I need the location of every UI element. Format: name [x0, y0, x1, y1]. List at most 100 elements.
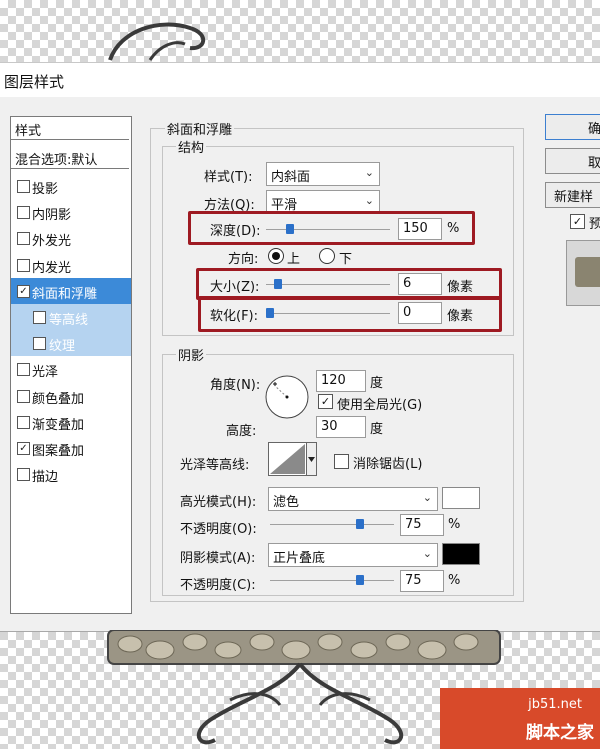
style-item[interactable]: 纹理	[11, 330, 131, 357]
styles-list: 样式 混合选项:默认 投影 内阴影 外发光 内发光 ✓ 斜面和浮雕 等高线 纹理 光泽 颜色叠加渐…	[10, 116, 132, 614]
style-item[interactable]: 内阴影	[11, 199, 131, 225]
style-item[interactable]: 渐变叠加	[11, 409, 131, 435]
shadow-opacity-value: 75	[405, 573, 422, 588]
depth-slider-thumb[interactable]	[286, 224, 294, 234]
highlight-opacity-label: 不透明度(O):	[180, 522, 257, 537]
angle-unit: 度	[370, 376, 384, 391]
highlight-opacity-unit: %	[448, 517, 461, 532]
soften-input[interactable]: 0	[398, 302, 442, 324]
global-light-checkbox[interactable]: ✓	[318, 394, 333, 409]
altitude-unit: 度	[370, 422, 384, 437]
size-input[interactable]: 6	[398, 273, 442, 295]
size-slider-thumb[interactable]	[274, 279, 282, 289]
soften-value: 0	[403, 305, 412, 320]
style-item[interactable]: 颜色叠加	[11, 383, 131, 409]
style-item[interactable]: 投影	[11, 173, 131, 199]
ok-button-label: 确	[588, 122, 600, 137]
style-item-checkbox[interactable]	[17, 180, 30, 193]
blend-options-label: 混合选项:默认	[15, 153, 98, 168]
style-item-checkbox[interactable]	[33, 337, 46, 351]
shadow-opacity-thumb[interactable]	[356, 575, 364, 585]
style-item[interactable]: 外发光	[11, 225, 131, 251]
ok-button[interactable]: 确	[545, 114, 600, 140]
preview-swatch	[575, 257, 600, 287]
style-item[interactable]: 内发光	[11, 252, 131, 278]
style-item-checkbox[interactable]	[33, 311, 46, 324]
angle-label: 角度(N):	[210, 378, 261, 393]
direction-down-label: 下	[339, 252, 353, 267]
chevron-down-icon: ⌄	[422, 547, 432, 560]
angle-dial[interactable]	[264, 374, 310, 420]
chevron-down-icon: ⌄	[422, 491, 432, 504]
style-item-checkbox[interactable]	[17, 206, 30, 220]
blend-options-header[interactable]: 混合选项:默认	[11, 146, 129, 169]
shadow-mode-value: 正片叠底	[273, 551, 326, 566]
depth-slider-track[interactable]	[266, 229, 390, 230]
soften-unit: 像素	[447, 309, 474, 324]
style-item-checkbox[interactable]: ✓	[17, 442, 30, 455]
canvas-ornament-top	[108, 22, 206, 61]
style-item-label: 外发光	[32, 234, 72, 250]
gloss-contour-picker[interactable]	[268, 442, 318, 476]
altitude-value: 30	[321, 419, 338, 434]
shadow-mode-select[interactable]: 正片叠底 ⌄	[268, 543, 438, 567]
new-style-button[interactable]: 新建样	[545, 182, 600, 208]
style-item-label: 渐变叠加	[32, 417, 85, 433]
cancel-button-label: 取	[588, 156, 600, 171]
soften-slider-thumb[interactable]	[266, 308, 274, 318]
highlight-opacity-track[interactable]	[270, 524, 394, 525]
dialog-titlebar: 图层样式	[0, 63, 600, 97]
style-item[interactable]: ✓ 斜面和浮雕	[11, 277, 131, 304]
style-item[interactable]: ✓ 图案叠加	[11, 435, 131, 461]
highlight-color-swatch[interactable]	[442, 487, 480, 509]
style-select-value: 内斜面	[271, 170, 311, 185]
shadow-color-swatch[interactable]	[442, 543, 480, 565]
style-item-checkbox[interactable]	[17, 468, 30, 482]
cancel-button[interactable]: 取	[545, 148, 600, 174]
size-unit: 像素	[447, 280, 474, 295]
depth-unit: %	[447, 221, 460, 236]
direction-up-radio[interactable]	[268, 248, 284, 264]
style-item[interactable]: 描边	[11, 461, 131, 487]
style-item-checkbox[interactable]	[17, 415, 30, 429]
watermark-name: 脚本之家	[526, 723, 594, 743]
style-item-checkbox[interactable]	[17, 389, 30, 403]
watermark-site: jb51.net	[528, 697, 582, 712]
shadow-opacity-label: 不透明度(C):	[180, 578, 256, 593]
style-item-label: 斜面和浮雕	[32, 286, 98, 302]
antialias-checkbox[interactable]	[334, 454, 349, 469]
angle-input[interactable]: 120	[316, 370, 366, 392]
style-item[interactable]: 等高线	[11, 304, 131, 330]
canvas-ornament-bottom	[107, 630, 600, 749]
highlight-mode-select[interactable]: 滤色 ⌄	[268, 487, 438, 511]
preview-label: 预	[589, 217, 600, 232]
direction-label: 方向:	[228, 252, 259, 267]
gloss-contour-label: 光泽等高线:	[180, 458, 250, 473]
chevron-down-icon: ⌄	[364, 166, 374, 179]
altitude-input[interactable]: 30	[316, 416, 366, 438]
highlight-opacity-thumb[interactable]	[356, 519, 364, 529]
size-value: 6	[403, 276, 412, 291]
style-item-checkbox[interactable]	[17, 363, 30, 377]
soften-slider-track[interactable]	[266, 313, 390, 314]
size-slider-track[interactable]	[266, 284, 390, 285]
soften-label: 软化(F):	[210, 309, 259, 324]
style-item-checkbox[interactable]	[17, 258, 30, 272]
new-style-button-label: 新建样	[554, 190, 594, 205]
style-item[interactable]: 光泽	[11, 356, 131, 382]
style-select[interactable]: 内斜面 ⌄	[266, 162, 380, 186]
preview-checkbox[interactable]: ✓	[570, 214, 585, 229]
style-item-label: 投影	[32, 182, 59, 197]
dialog-title: 图层样式	[4, 73, 65, 91]
global-light-label: 使用全局光(G)	[337, 398, 423, 413]
depth-input[interactable]: 150	[398, 218, 442, 240]
style-item-label: 纹理	[49, 339, 76, 355]
styles-header[interactable]: 样式	[11, 117, 129, 140]
shadow-opacity-input[interactable]: 75	[400, 570, 444, 592]
highlight-opacity-input[interactable]: 75	[400, 514, 444, 536]
style-item-checkbox[interactable]: ✓	[17, 284, 30, 298]
shadow-opacity-track[interactable]	[270, 580, 394, 581]
style-item-label: 光泽	[32, 365, 59, 381]
direction-down-radio[interactable]	[319, 248, 335, 264]
style-item-checkbox[interactable]	[17, 232, 30, 246]
